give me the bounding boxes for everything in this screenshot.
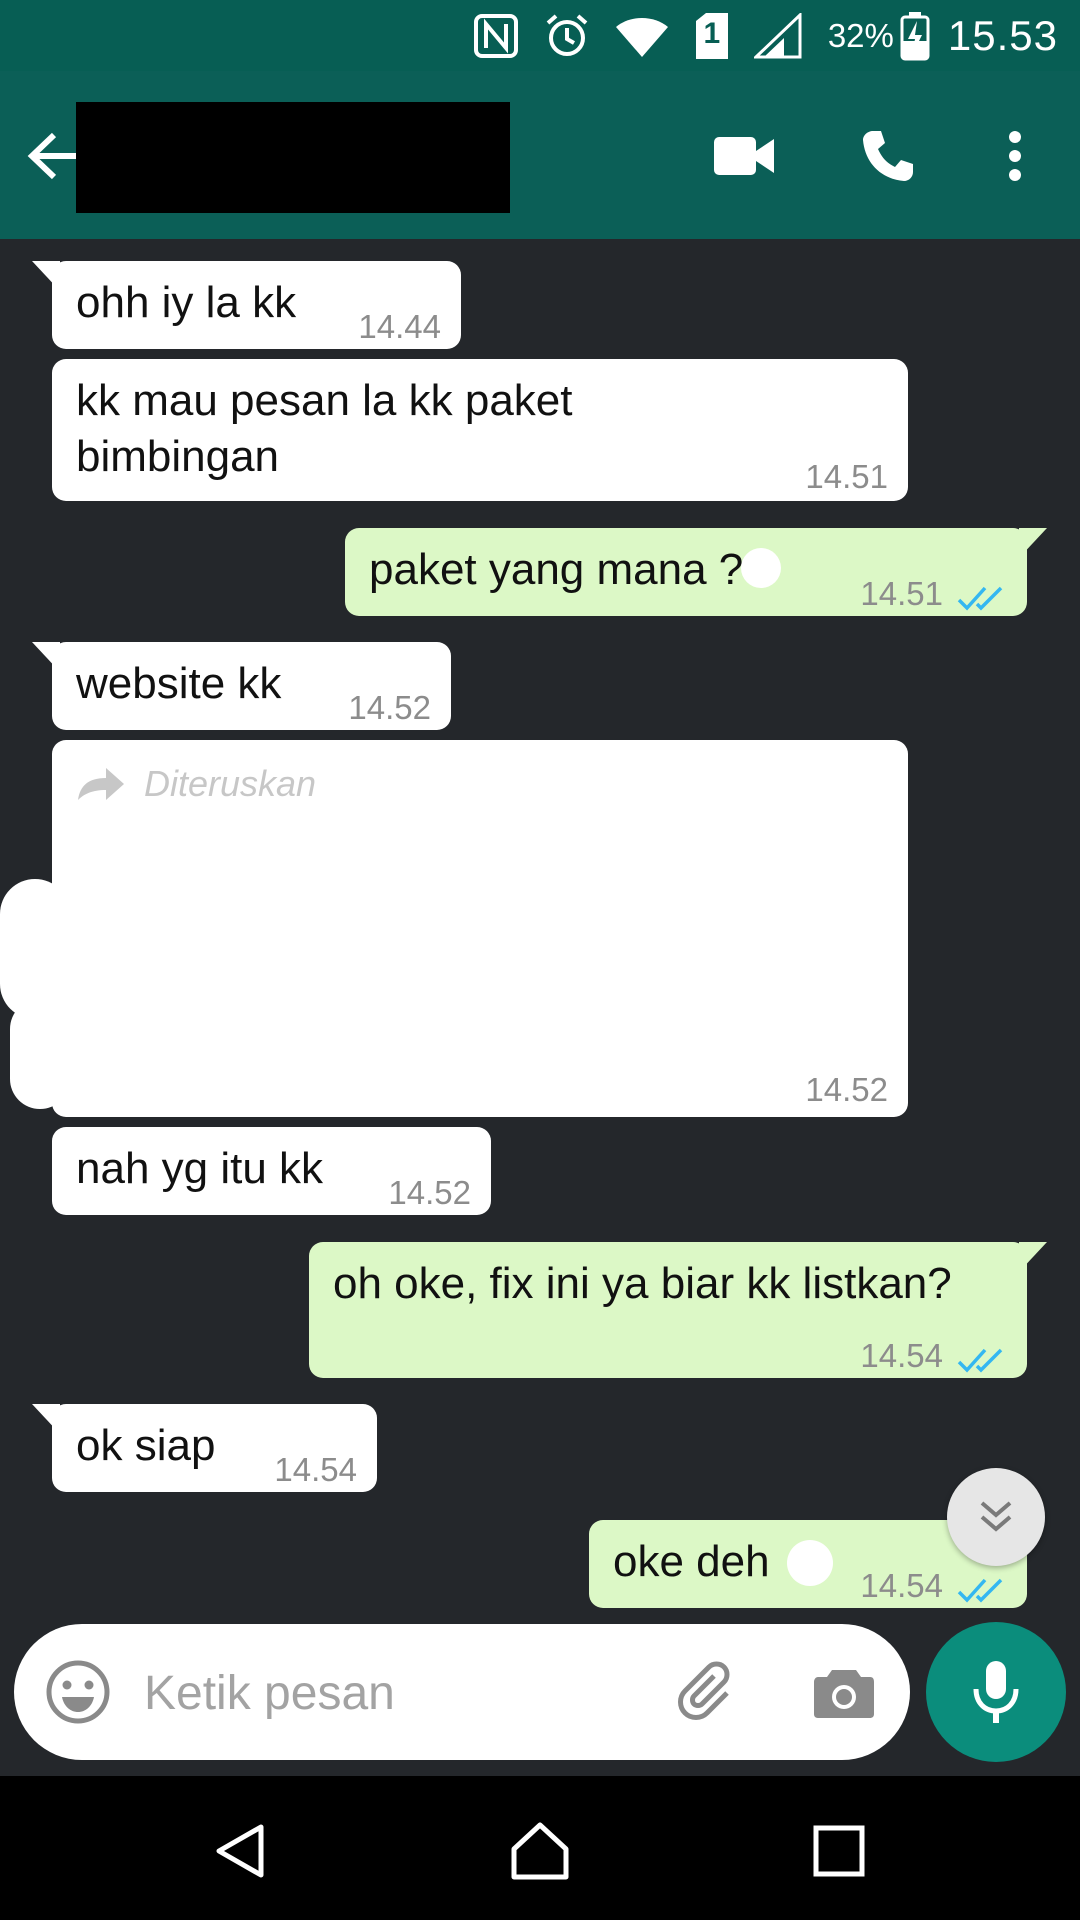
message-outgoing[interactable]: oh oke, fix ini ya biar kk listkan? 14.5… bbox=[309, 1242, 1047, 1378]
message-time: 14.54 bbox=[860, 1337, 943, 1374]
battery-percent-text: 32% bbox=[827, 16, 894, 54]
message-forwarded[interactable]: Diteruskan 14.52 bbox=[52, 740, 908, 1117]
camera-icon[interactable] bbox=[808, 1658, 880, 1726]
forward-arrow-icon bbox=[78, 768, 124, 800]
battery-charging-icon bbox=[900, 11, 930, 61]
forwarded-label-text: Diteruskan bbox=[144, 763, 317, 804]
nav-home-icon[interactable] bbox=[505, 1816, 575, 1886]
message-text: website kk bbox=[76, 659, 282, 708]
clock: 15.53 bbox=[947, 11, 1058, 59]
message-text: oke deh bbox=[613, 1537, 770, 1586]
redaction-blob bbox=[10, 999, 70, 1109]
message-incoming[interactable]: ok siap 14.54 bbox=[32, 1404, 377, 1492]
nav-recents-icon[interactable] bbox=[804, 1816, 874, 1886]
message-time: 14.54 bbox=[274, 1451, 357, 1488]
wifi-icon bbox=[614, 13, 670, 59]
chat-area[interactable]: ohh iy la kk 14.44 kk mau pesan la kk pa… bbox=[0, 239, 1080, 1625]
double-chevron-down-icon bbox=[980, 1501, 1012, 1532]
message-incoming[interactable]: ohh iy la kk 14.44 bbox=[32, 261, 461, 349]
battery-percent: 32% bbox=[828, 17, 894, 55]
signal-icon bbox=[753, 12, 804, 59]
message-time: 14.52 bbox=[388, 1174, 471, 1211]
message-time: 14.44 bbox=[358, 308, 441, 345]
attach-icon[interactable] bbox=[674, 1656, 746, 1728]
emoji-icon[interactable] bbox=[44, 1658, 112, 1726]
message-time: 14.52 bbox=[805, 1071, 888, 1108]
contact-name-redacted[interactable] bbox=[76, 102, 510, 213]
message-incoming[interactable]: nah yg itu kk 14.52 bbox=[52, 1127, 491, 1215]
mic-icon bbox=[973, 1661, 1019, 1723]
message-composer bbox=[14, 1624, 910, 1760]
read-ticks-icon bbox=[957, 1332, 1007, 1388]
redaction-blob bbox=[741, 548, 781, 588]
nav-back-icon[interactable] bbox=[206, 1816, 276, 1886]
message-time: 14.51 bbox=[860, 575, 943, 612]
message-time: 14.54 bbox=[860, 1567, 943, 1604]
message-text: ok siap bbox=[76, 1421, 216, 1470]
read-ticks-icon bbox=[957, 1562, 1007, 1618]
redaction-blob bbox=[0, 879, 70, 1019]
message-text: paket yang mana ?? bbox=[369, 545, 768, 594]
sim-slot-label: 1 bbox=[703, 16, 721, 50]
mic-button[interactable] bbox=[926, 1622, 1066, 1762]
message-text: kk mau pesan la kk paket bimbingan bbox=[76, 376, 573, 481]
navigation-bar bbox=[0, 1776, 1080, 1920]
forwarded-label: Diteruskan bbox=[76, 756, 316, 812]
alarm-icon bbox=[544, 13, 590, 59]
message-incoming[interactable]: website kk 14.52 bbox=[32, 642, 451, 730]
message-text: nah yg itu kk bbox=[76, 1144, 324, 1193]
message-input[interactable] bbox=[142, 1662, 626, 1724]
read-ticks-icon bbox=[957, 570, 1007, 626]
message-outgoing[interactable]: paket yang mana ?? 14.51 bbox=[345, 528, 1047, 616]
sim-icon: 1 bbox=[694, 11, 730, 61]
more-vert-icon[interactable] bbox=[990, 119, 1040, 193]
message-text: oh oke, fix ini ya biar kk listkan? bbox=[333, 1259, 952, 1308]
redaction-blob bbox=[787, 1540, 833, 1586]
message-incoming[interactable]: kk mau pesan la kk paket bimbingan 14.51 bbox=[52, 359, 908, 501]
scroll-to-bottom-button[interactable] bbox=[947, 1468, 1045, 1566]
nfc-icon bbox=[472, 12, 520, 60]
phone-icon[interactable] bbox=[850, 119, 926, 193]
status-bar: 1 32% 15.53 bbox=[0, 0, 1080, 71]
video-call-icon[interactable] bbox=[706, 121, 782, 191]
message-time: 14.51 bbox=[805, 458, 888, 495]
message-time: 14.52 bbox=[348, 689, 431, 726]
app-bar bbox=[0, 71, 1080, 239]
message-text: ohh iy la kk bbox=[76, 278, 297, 327]
